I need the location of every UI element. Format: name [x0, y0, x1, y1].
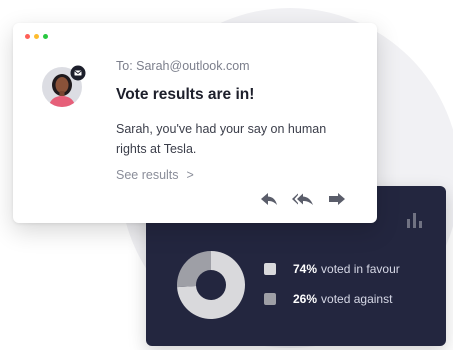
- favour-percent: 74%: [293, 262, 318, 276]
- donut-slice-against: [177, 251, 211, 288]
- email-subject: Vote results are in!: [116, 86, 255, 103]
- see-results-link[interactable]: See results >: [116, 168, 194, 182]
- results-donut-chart: [177, 251, 245, 319]
- email-actions: [259, 191, 347, 207]
- legend-item-against: 26% voted against: [264, 292, 392, 306]
- recipient-line: To: Sarah@outlook.com: [116, 59, 250, 73]
- reply-icon[interactable]: [259, 191, 279, 207]
- maximize-dot[interactable]: [43, 34, 48, 39]
- close-dot[interactable]: [25, 34, 30, 39]
- minimize-dot[interactable]: [34, 34, 39, 39]
- against-label: voted against: [321, 292, 393, 306]
- against-percent: 26%: [293, 292, 318, 306]
- chevron-right-icon: >: [186, 168, 194, 182]
- favour-swatch: [264, 263, 276, 275]
- mail-icon: [70, 65, 86, 81]
- email-notification-card: To: Sarah@outlook.com Vote results are i…: [13, 23, 377, 223]
- avatar: [42, 65, 86, 107]
- window-controls: [25, 34, 48, 39]
- email-body: Sarah, you've had your say on human righ…: [116, 122, 327, 156]
- reply-all-icon[interactable]: [291, 191, 315, 207]
- favour-label: voted in favour: [321, 262, 400, 276]
- forward-icon[interactable]: [327, 191, 347, 207]
- bar-chart-icon: [406, 212, 424, 233]
- legend-item-favour: 74% voted in favour: [264, 262, 400, 276]
- see-results-label: See results: [116, 168, 179, 182]
- against-swatch: [264, 293, 276, 305]
